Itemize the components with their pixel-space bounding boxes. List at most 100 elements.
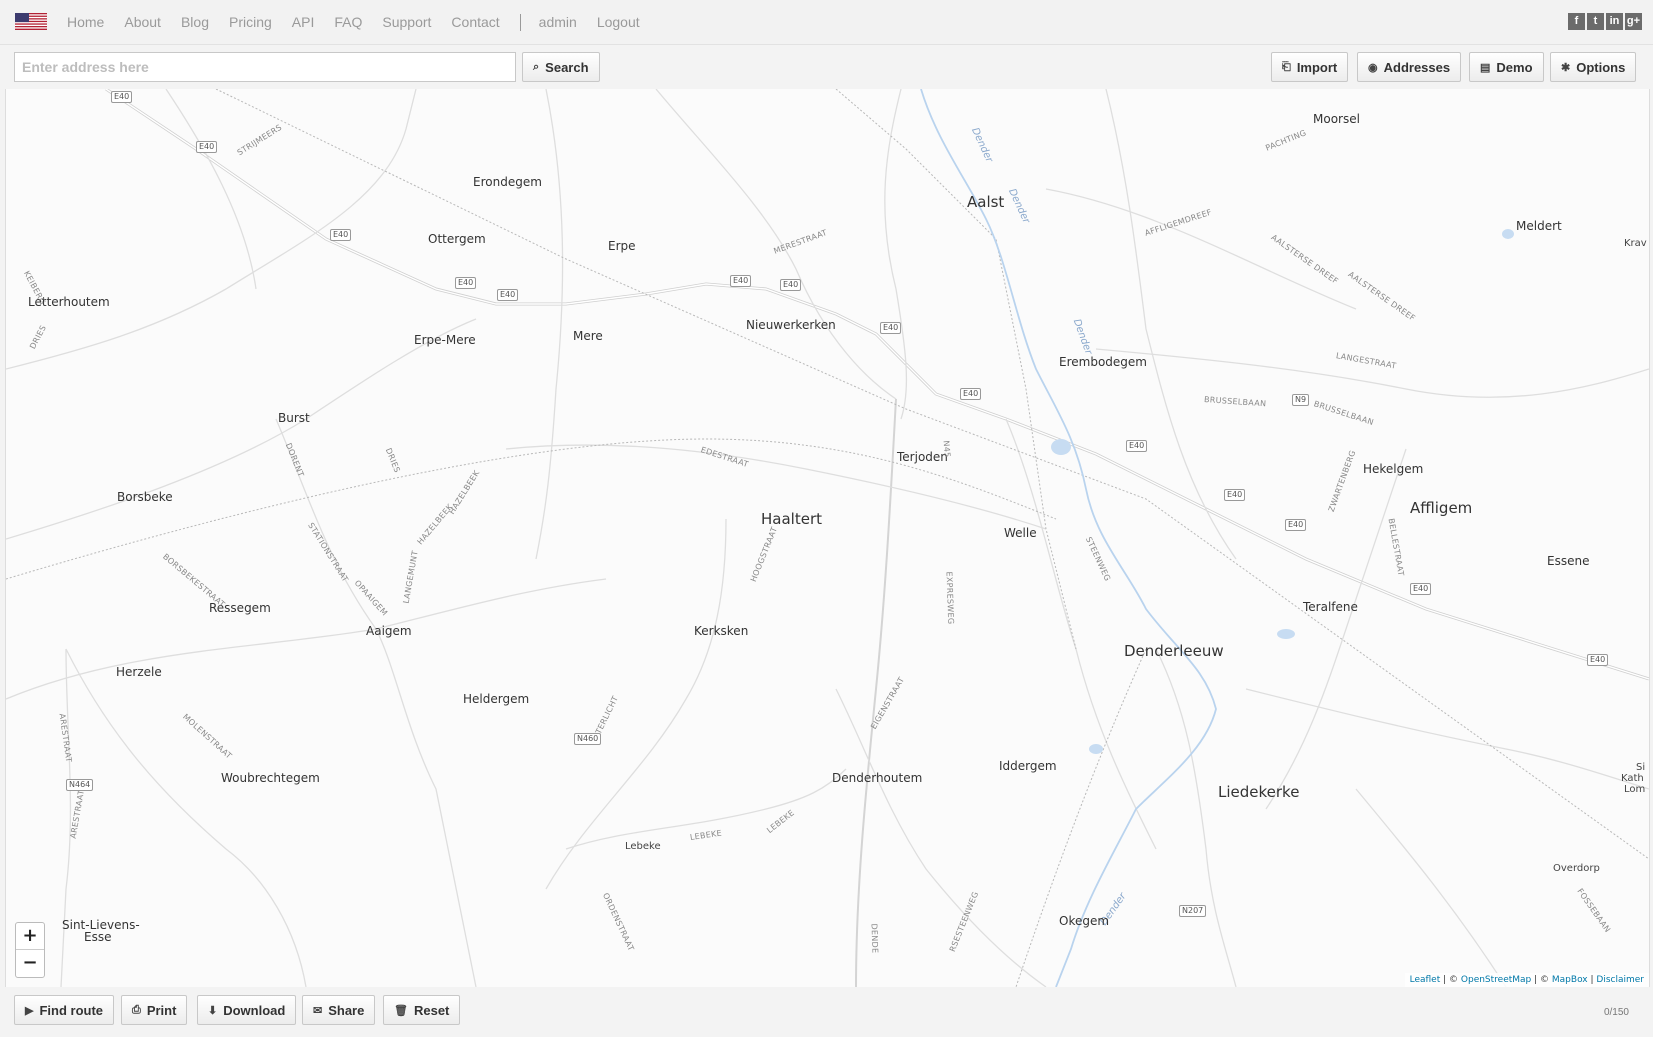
download-button[interactable]: ⬇ Download (197, 995, 297, 1025)
map-canvas[interactable]: Dender Dender Dender Dender Moorsel Eron… (5, 89, 1650, 987)
road-shield: E40 (880, 322, 902, 334)
place-label: Erembodegem (1059, 355, 1147, 369)
road-shield: E40 (497, 289, 519, 301)
import-button-label: Import (1296, 59, 1338, 75)
place-label: Denderleeuw (1124, 642, 1224, 660)
openstreetmap-link[interactable]: OpenStreetMap (1461, 975, 1531, 985)
place-label: Teralfene (1303, 600, 1358, 614)
print-button[interactable]: ⎙ Print (121, 995, 188, 1025)
street-label: N45 (941, 440, 952, 458)
place-label: Krav (1624, 238, 1647, 249)
envelope-icon: ✉ (313, 1004, 323, 1017)
options-button[interactable]: ✱ Options (1550, 52, 1637, 82)
road-shield: E40 (196, 141, 218, 153)
place-label: Esse (84, 930, 112, 944)
demo-button-label: Demo (1496, 59, 1533, 75)
zoom-out-button[interactable]: − (16, 950, 44, 976)
search-button[interactable]: ⌕ Search (522, 52, 600, 82)
street-label: EXPRESWEG (944, 571, 956, 625)
place-label: Lom (1624, 784, 1646, 795)
download-icon: ⬇ (208, 1004, 218, 1017)
find-route-button[interactable]: ▶ Find route (14, 995, 115, 1025)
import-button[interactable]: ⎗ Import (1271, 52, 1349, 82)
demo-button[interactable]: ▤ Demo (1469, 52, 1544, 82)
place-label: Ottergem (428, 232, 486, 246)
download-label: Download (223, 1002, 286, 1018)
addresses-button[interactable]: ◉ Addresses (1357, 52, 1462, 82)
facebook-icon[interactable]: f (1568, 13, 1585, 30)
reset-button[interactable]: 🗑 Reset (383, 995, 461, 1025)
nav-api-link[interactable]: API (292, 14, 315, 30)
twitter-icon[interactable]: t (1587, 13, 1604, 30)
us-flag-icon[interactable] (15, 13, 47, 30)
google-plus-icon[interactable]: g+ (1625, 13, 1642, 30)
place-label: Affligem (1410, 499, 1473, 517)
address-counter: 0/150 (1603, 1007, 1629, 1018)
address-input[interactable] (14, 52, 516, 82)
addresses-icon: ◉ (1368, 61, 1378, 74)
attribution-separator: | © (1531, 975, 1552, 985)
nav-divider (519, 13, 521, 31)
place-label: Mere (573, 329, 603, 343)
top-navigation: Home About Blog Pricing API FAQ Support … (0, 0, 1653, 45)
bottom-toolbar: ▶ Find route ⎙ Print ⬇ Download ✉ Share … (0, 987, 1653, 1037)
disclaimer-link[interactable]: Disclaimer (1596, 975, 1644, 985)
road-shield: N207 (1179, 905, 1207, 917)
place-label: Moorsel (1313, 112, 1360, 126)
nav-support-link[interactable]: Support (382, 14, 431, 30)
road-shield: E40 (1410, 583, 1432, 595)
play-icon: ▶ (25, 1004, 34, 1017)
share-label: Share (328, 1002, 365, 1018)
road-shield: N9 (1292, 394, 1310, 406)
road-shield: E40 (1224, 489, 1246, 501)
place-label: Erondegem (473, 175, 542, 189)
attribution-separator: | © (1440, 975, 1461, 985)
nav-contact-link[interactable]: Contact (451, 14, 499, 30)
road-shield: E40 (780, 279, 802, 291)
place-label: Overdorp (1553, 863, 1600, 874)
social-links: f t in g+ (1568, 13, 1642, 30)
place-label: Essene (1547, 554, 1590, 568)
place-label: Burst (278, 411, 310, 425)
place-label: Liedekerke (1218, 783, 1300, 801)
place-label: Kath (1621, 773, 1644, 784)
nav-logout-link[interactable]: Logout (597, 14, 640, 30)
place-label: Erpe (608, 239, 636, 253)
linkedin-icon[interactable]: in (1606, 13, 1623, 30)
zoom-in-button[interactable]: + (16, 923, 44, 950)
road-shield: E40 (1587, 654, 1609, 666)
place-label: Woubrechtegem (221, 771, 320, 785)
find-route-label: Find route (39, 1002, 104, 1018)
print-label: Print (146, 1002, 177, 1018)
options-button-label: Options (1576, 59, 1626, 75)
zoom-control: + − (15, 922, 45, 978)
mapbox-link[interactable]: MapBox (1552, 975, 1588, 985)
nav-faq-link[interactable]: FAQ (334, 14, 362, 30)
place-label: Aaigem (366, 624, 412, 638)
place-label: Okegem (1059, 914, 1110, 928)
map-attribution: Leaflet | © OpenStreetMap | © MapBox | D… (1404, 973, 1649, 987)
import-icon: ⎗ (1282, 60, 1291, 73)
place-label: Terjoden (897, 450, 948, 464)
place-label: Meldert (1516, 219, 1562, 233)
road-shield: N460 (574, 733, 602, 745)
place-label: Nieuwerkerken (746, 318, 836, 332)
place-label: Iddergem (999, 759, 1057, 773)
road-shield: E40 (1126, 440, 1148, 452)
nav-pricing-link[interactable]: Pricing (229, 14, 272, 30)
search-icon: ⌕ (533, 60, 540, 73)
place-label: Si (1636, 762, 1646, 773)
nav-links: Home About Blog Pricing API FAQ Support … (67, 0, 660, 44)
nav-about-link[interactable]: About (124, 14, 161, 30)
nav-blog-link[interactable]: Blog (181, 14, 209, 30)
leaflet-link[interactable]: Leaflet (1410, 975, 1441, 985)
reset-label: Reset (413, 1002, 450, 1018)
place-label: Welle (1004, 526, 1037, 540)
trash-icon: 🗑 (394, 1004, 408, 1017)
nav-admin-link[interactable]: admin (539, 14, 577, 30)
nav-home-link[interactable]: Home (67, 14, 104, 30)
place-label: Borsbeke (117, 490, 173, 504)
street-label: DENDE (869, 923, 880, 954)
share-button[interactable]: ✉ Share (302, 995, 376, 1025)
road-shield: E40 (111, 91, 133, 103)
